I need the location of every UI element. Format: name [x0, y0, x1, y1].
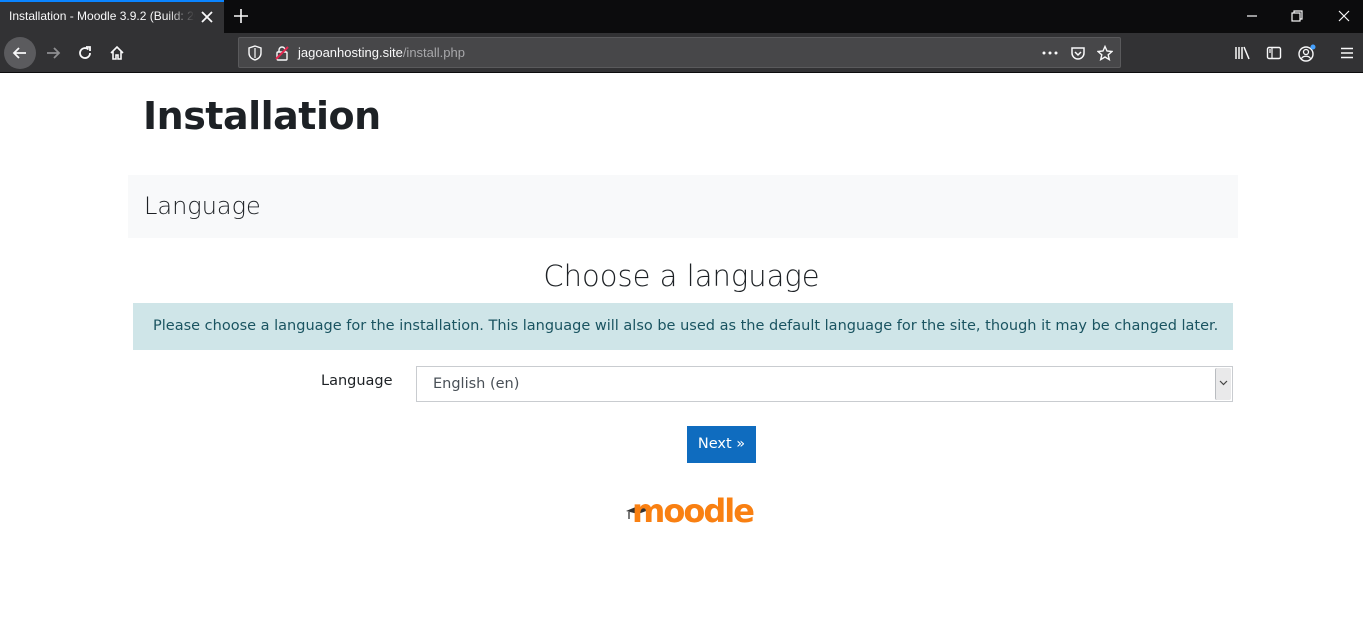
close-tab-icon[interactable]: [199, 9, 215, 25]
arrow-left-icon: [12, 47, 26, 59]
home-button[interactable]: [101, 37, 133, 69]
reload-button[interactable]: [69, 37, 101, 69]
pocket-icon[interactable]: [1070, 45, 1086, 61]
moodle-logo-text: moodle: [632, 492, 755, 530]
page-actions-icon[interactable]: [1041, 45, 1059, 61]
select-dropdown-button[interactable]: [1215, 368, 1231, 400]
reload-icon: [79, 46, 91, 59]
tab-strip: Installation - Moodle 3.9.2 (Build: 2020…: [0, 0, 1363, 33]
moodle-logo: moodle: [626, 492, 755, 532]
url-path: /install.php: [402, 45, 465, 60]
page-title: Installation: [143, 94, 381, 138]
language-select[interactable]: English (en): [416, 366, 1233, 402]
info-alert: Please choose a language for the install…: [133, 303, 1233, 350]
page-content: Installation Language Choose a language …: [0, 74, 1363, 623]
next-button[interactable]: Next »: [687, 426, 756, 463]
forward-button[interactable]: [37, 37, 69, 69]
section-title: Language: [144, 192, 261, 220]
back-button[interactable]: [4, 37, 36, 69]
sidebar-icon[interactable]: [1266, 45, 1282, 61]
menu-icon[interactable]: [1339, 45, 1355, 61]
section-header: Language: [128, 175, 1238, 238]
arrow-right-icon: [47, 47, 61, 59]
new-tab-icon[interactable]: [231, 6, 251, 26]
tab-title: Installation - Moodle 3.9.2 (Build: 2020…: [9, 9, 195, 23]
library-icon[interactable]: [1234, 45, 1252, 61]
bookmark-star-icon[interactable]: [1097, 45, 1113, 61]
insecure-lock-icon[interactable]: [274, 45, 290, 61]
choose-language-heading: Choose a language: [543, 259, 820, 293]
account-icon[interactable]: [1297, 43, 1317, 63]
home-icon: [110, 45, 124, 60]
restore-icon[interactable]: [1288, 7, 1306, 25]
chevron-down-icon: [1219, 380, 1228, 386]
browser-tab[interactable]: Installation - Moodle 3.9.2 (Build: 2020…: [0, 0, 224, 33]
address-bar[interactable]: jagoanhosting.site/install.php: [238, 37, 1121, 68]
language-select-value: English (en): [433, 376, 520, 392]
minimize-icon[interactable]: [1243, 7, 1261, 25]
navigation-toolbar: jagoanhosting.site/install.php: [0, 33, 1363, 73]
language-label: Language: [321, 373, 393, 389]
url-host: jagoanhosting.site: [298, 45, 403, 60]
tracking-shield-icon[interactable]: [248, 45, 262, 61]
url-text[interactable]: jagoanhosting.site/install.php: [298, 45, 465, 60]
close-window-icon[interactable]: [1335, 7, 1353, 25]
